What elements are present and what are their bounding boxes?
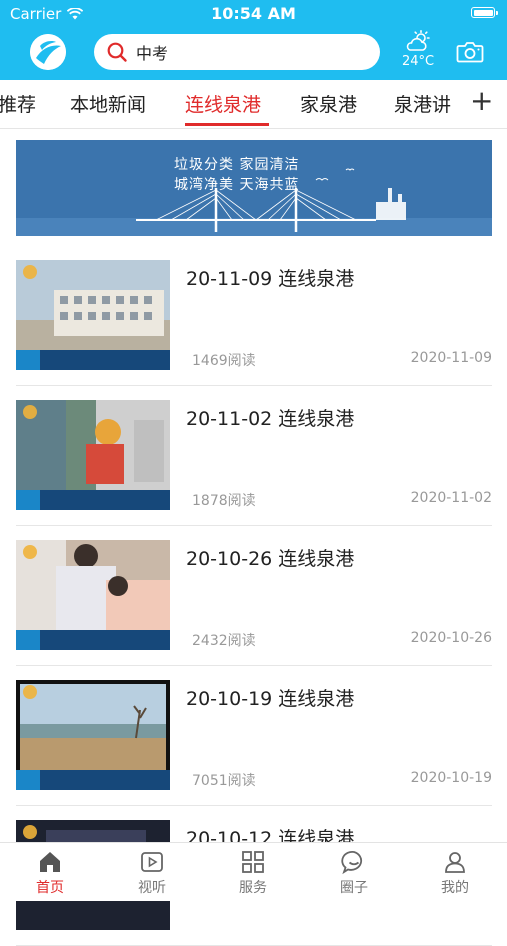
play-icon	[141, 852, 163, 872]
nav-home[interactable]: 首页	[10, 849, 90, 897]
news-thumbnail	[16, 400, 170, 510]
battery-icon	[471, 7, 498, 18]
news-thumbnail	[16, 260, 170, 370]
news-date: 2020-11-09	[410, 350, 492, 366]
nav-media-label: 视听	[138, 880, 166, 896]
news-read-count: 1469阅读	[192, 353, 256, 369]
news-thumbnail	[16, 540, 170, 650]
tab-jia-quangang[interactable]: 家泉港	[300, 90, 357, 117]
bottom-nav: 首页 视听 服务 圈子 我的	[0, 842, 507, 901]
tab-quangang-jiang[interactable]: 泉港讲	[394, 90, 451, 117]
news-title: 20-10-19 连线泉港	[186, 688, 355, 710]
news-date: 2020-10-26	[410, 630, 492, 646]
active-tab-indicator	[185, 123, 269, 126]
nav-circle-label: 圈子	[340, 880, 368, 896]
nav-circle[interactable]: 圈子	[314, 849, 394, 897]
banner-line-1: 垃圾分类 家园清洁	[174, 157, 300, 173]
weather-widget[interactable]: 24°C	[398, 30, 438, 69]
nav-profile-label: 我的	[441, 880, 469, 896]
news-item-4[interactable]: 20-10-19 连线泉港 7051阅读 2020-10-19	[16, 666, 492, 806]
news-item-1[interactable]: 20-11-09 连线泉港 1469阅读 2020-11-09	[16, 246, 492, 386]
news-read-count: 1878阅读	[192, 493, 256, 509]
grid-icon	[242, 851, 264, 873]
news-title: 20-10-26 连线泉港	[186, 548, 355, 570]
tab-recommend[interactable]: 推荐	[0, 90, 36, 117]
news-date: 2020-11-02	[410, 490, 492, 506]
nav-media[interactable]: 视听	[112, 849, 192, 897]
nav-profile[interactable]: 我的	[415, 849, 495, 897]
camera-icon[interactable]	[456, 40, 484, 64]
search-icon	[106, 41, 128, 63]
news-title: 20-11-02 连线泉港	[186, 408, 355, 430]
news-thumbnail	[16, 680, 170, 790]
channel-tabs: 推荐 本地新闻 连线泉港 家泉港 泉港讲 +	[0, 80, 507, 129]
nav-services-label: 服务	[239, 880, 267, 896]
search-input[interactable]	[134, 41, 358, 63]
status-bar: Carrier 10:54 AM	[0, 0, 507, 28]
app-header: Carrier 10:54 AM 中考 24°C	[0, 0, 507, 80]
tab-local-news[interactable]: 本地新闻	[70, 90, 146, 117]
chat-icon	[341, 850, 363, 875]
news-read-count: 7051阅读	[192, 773, 256, 789]
news-title: 20-11-09 连线泉港	[186, 268, 355, 290]
news-read-count: 2432阅读	[192, 633, 256, 649]
cloudy-sun-icon	[406, 30, 430, 51]
news-date: 2020-10-19	[410, 770, 492, 786]
banner-line-2: 城湾净美 天海共蓝	[174, 177, 300, 193]
search-bar[interactable]	[94, 34, 380, 70]
tab-lianxian-quangang[interactable]: 连线泉港	[185, 90, 261, 117]
app-logo[interactable]	[30, 34, 66, 70]
nav-services[interactable]: 服务	[213, 849, 293, 897]
user-icon	[445, 852, 465, 873]
nav-home-label: 首页	[36, 880, 64, 896]
add-channel-button[interactable]: +	[470, 84, 493, 117]
news-item-2[interactable]: 20-11-02 连线泉港 1878阅读 2020-11-02	[16, 386, 492, 526]
status-time: 10:54 AM	[211, 4, 296, 23]
home-icon	[40, 852, 60, 872]
promo-banner[interactable]: 垃圾分类 家园清洁 城湾净美 天海共蓝	[16, 140, 492, 236]
weather-temp: 24°C	[401, 54, 435, 69]
news-item-3[interactable]: 20-10-26 连线泉港 2432阅读 2020-10-26	[16, 526, 492, 666]
